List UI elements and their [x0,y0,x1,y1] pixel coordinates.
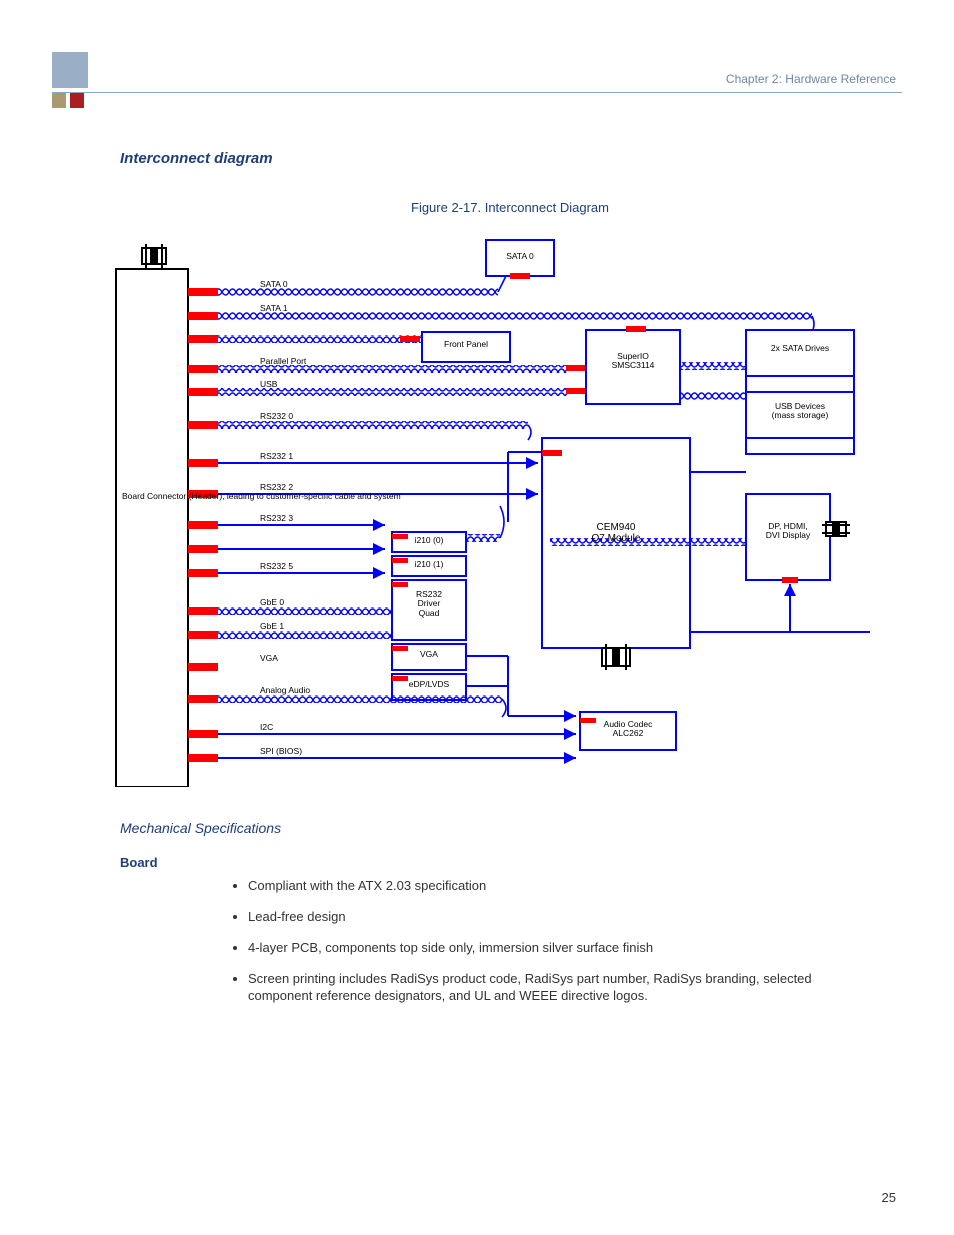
lbl-sata0b: SATA 0 [260,280,288,289]
section-board: Board [120,855,158,870]
lbl-acodec: Audio Codec ALC262 [584,720,672,739]
page-number: 25 [882,1190,896,1205]
figure-caption: Figure 2-17. Interconnect Diagram [120,200,900,215]
lbl-aaudio: Analog Audio [260,686,310,695]
lbl-rs2: RS232 2 [260,483,293,492]
page: Chapter 2: Hardware Reference Interconne… [0,0,954,1235]
lbl-sata1: SATA 1 [260,304,288,313]
board-bullets: Compliant with the ATX 2.03 specificatio… [218,878,868,1018]
lbl-i2c: I2C [260,723,273,732]
bullet-3: Screen printing includes RadiSys product… [248,971,868,1005]
lbl-i2100: i210 (0) [396,536,462,545]
lbl-rsdrv: RS232 Driver Quad [396,590,462,618]
lbl-rs3: RS232 3 [260,514,293,523]
bullet-2: 4-layer PCB, components top side only, i… [248,940,868,957]
lbl-gbeports1: eDP/LVDS [396,680,462,689]
lbl-sata0: SATA 0 [490,252,550,261]
bullet-1: Lead-free design [248,909,868,926]
lbl-satadrives: 2x SATA Drives [752,344,848,353]
lbl-dphdmi: DP, HDMI, DVI Display [752,522,824,541]
lbl-rs1: RS232 1 [260,452,293,461]
lbl-gbe0: GbE 0 [260,598,284,607]
lbl-rs5: RS232 5 [260,562,293,571]
lbl-i2101: i210 (1) [396,560,462,569]
lbl-vga: VGA [260,654,278,663]
lbl-spi: SPI (BIOS) [260,747,302,756]
lbl-cem940: CEM940 Q7 Module [558,522,674,544]
lbl-usbdev: USB Devices (mass storage) [752,402,848,421]
lbl-usb: USB [260,380,277,389]
header-rule [52,92,902,93]
brand-logo [52,52,88,108]
lbl-parport: Parallel Port [260,357,306,366]
section-interconnect: Interconnect diagram [120,150,273,167]
lbl-gbe1: GbE 1 [260,622,284,631]
lbl-rs0: RS232 0 [260,412,293,421]
lbl-left-conn: Board Connector (Header), leading to cus… [122,492,182,501]
lbl-superio: SuperIO SMSC3114 [590,352,676,371]
lbl-frontpanel: Front Panel [426,340,506,349]
lbl-gbeports0: VGA [396,650,462,659]
chapter-header: Chapter 2: Hardware Reference [726,72,896,88]
section-mechanical: Mechanical Specifications [120,820,281,836]
interconnect-diagram: Board Connector (Header), leading to cus… [110,232,870,787]
bullet-0: Compliant with the ATX 2.03 specificatio… [248,878,868,895]
